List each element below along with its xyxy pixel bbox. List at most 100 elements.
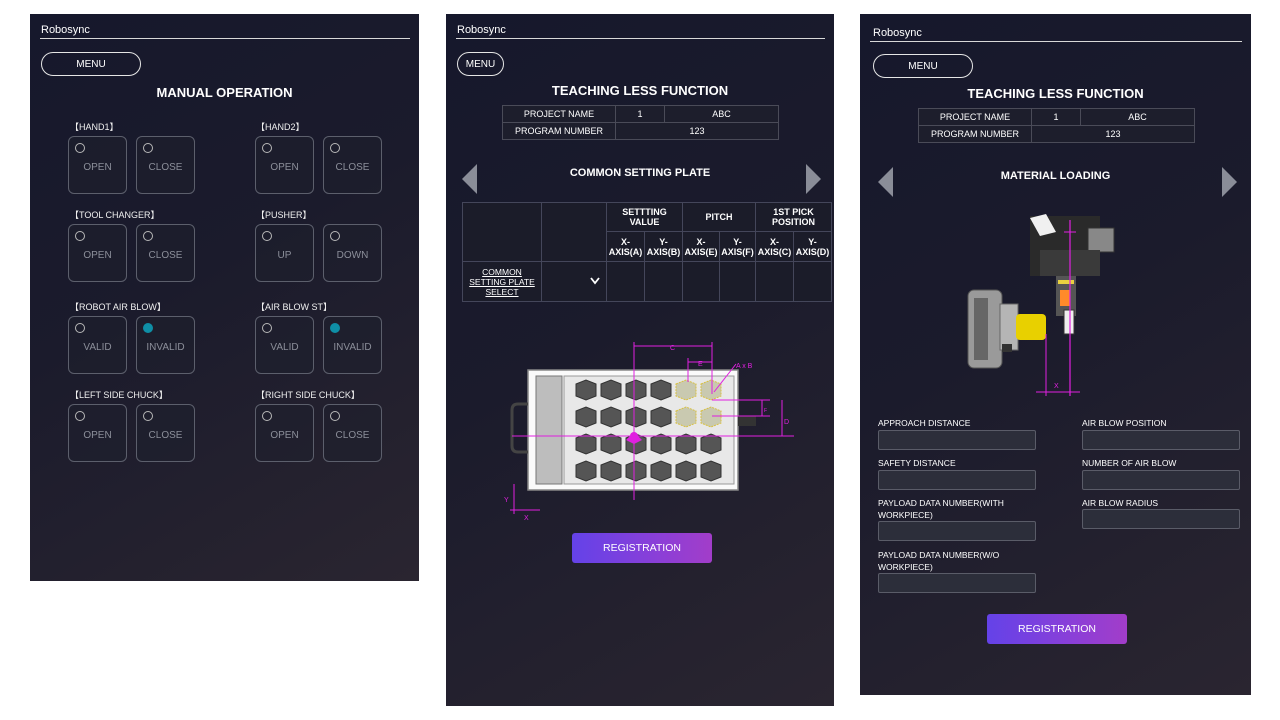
plate-pocket xyxy=(625,460,647,482)
plate-pocket xyxy=(650,406,672,428)
value-cell[interactable] xyxy=(682,261,720,302)
header-pitch: PITCH xyxy=(682,202,756,232)
status-lamp xyxy=(330,143,340,153)
status-lamp xyxy=(75,323,85,333)
button-label: OPEN xyxy=(83,250,112,261)
button-label: CLOSE xyxy=(335,430,370,441)
page-title: TEACHING LESS FUNCTION xyxy=(967,86,1144,101)
status-lamp xyxy=(75,231,85,241)
air-blow-st-valid-button[interactable]: VALID xyxy=(255,316,314,374)
group-label-air-blow-st: 【AIR BLOW ST】 xyxy=(256,302,333,312)
plate-pocket xyxy=(600,379,622,401)
hand1-close-button[interactable]: CLOSE xyxy=(136,136,195,194)
status-lamp xyxy=(262,231,272,241)
right-chuck-open-button[interactable]: OPEN xyxy=(255,404,314,462)
registration-button[interactable]: REGISTRATION xyxy=(987,614,1127,644)
status-lamp xyxy=(143,411,153,421)
robot-air-blow-invalid-button[interactable]: INVALID xyxy=(136,316,195,374)
group-label-hand2: 【HAND2】 xyxy=(256,122,305,132)
safety-distance-input[interactable] xyxy=(878,470,1036,490)
status-lamp xyxy=(262,143,272,153)
menu-button[interactable]: MENU xyxy=(41,52,141,76)
value-cell[interactable] xyxy=(793,261,832,302)
group-label-left-side-chuck: 【LEFT SIDE CHUCK】 xyxy=(70,390,168,400)
value-cell[interactable] xyxy=(644,261,683,302)
project-number-value: 1 xyxy=(615,105,665,123)
plate-pocket xyxy=(650,433,672,455)
plate-pocket xyxy=(625,406,647,428)
header-divider xyxy=(870,41,1242,42)
payload-with-workpiece-input[interactable] xyxy=(878,521,1036,541)
plate-pocket xyxy=(575,433,597,455)
air-blow-radius-label: AIR BLOW RADIUS xyxy=(1082,498,1159,508)
dim-label-e: E xyxy=(698,361,703,368)
subheader-x-axis-c: X-AXIS(C) xyxy=(755,231,794,262)
air-blow-position-input[interactable] xyxy=(1082,430,1240,450)
subheader-x-axis-a: X-AXIS(A) xyxy=(606,231,645,262)
program-number-value: 123 xyxy=(615,122,779,140)
group-label-pusher: 【PUSHER】 xyxy=(256,210,312,220)
hand2-open-button[interactable]: OPEN xyxy=(255,136,314,194)
value-cell[interactable] xyxy=(719,261,756,302)
header-first-pick-position: 1ST PICK POSITION xyxy=(755,202,832,232)
hand1-open-button[interactable]: OPEN xyxy=(68,136,127,194)
plate-pocket xyxy=(600,433,622,455)
status-lamp xyxy=(330,411,340,421)
pusher-up-button[interactable]: UP xyxy=(255,224,314,282)
button-label: CLOSE xyxy=(148,430,183,441)
payload-without-workpiece-input[interactable] xyxy=(878,573,1036,593)
plate-pocket xyxy=(675,406,697,428)
plate-pocket xyxy=(650,379,672,401)
button-label: UP xyxy=(277,250,292,261)
brand-label: Robosync xyxy=(873,27,922,39)
button-label: INVALID xyxy=(333,342,372,353)
approach-distance-label: APPROACH DISTANCE xyxy=(878,418,971,428)
common-setting-plate-select-link[interactable]: COMMON SETTING PLATE SELECT xyxy=(462,261,542,302)
air-blow-radius-input[interactable] xyxy=(1082,509,1240,529)
status-lamp xyxy=(75,143,85,153)
group-label-robot-air-blow: 【ROBOT AIR BLOW】 xyxy=(70,302,166,312)
axis-label-x: X xyxy=(1054,383,1059,390)
plate-pocket xyxy=(675,379,697,401)
manual-operation-panel: Robosync MENU MANUAL OPERATION 【HAND1】 O… xyxy=(30,14,419,581)
status-lamp xyxy=(143,323,153,333)
button-label: CLOSE xyxy=(148,250,183,261)
common-setting-plate-panel: Robosync MENU TEACHING LESS FUNCTION PRO… xyxy=(446,14,834,706)
setting-plate-diagram: C E A x B F D Y X xyxy=(504,342,794,522)
value-cell[interactable] xyxy=(606,261,645,302)
brand-label: Robosync xyxy=(41,24,90,36)
menu-button[interactable]: MENU xyxy=(873,54,973,78)
right-chuck-close-button[interactable]: CLOSE xyxy=(323,404,382,462)
plate-pocket xyxy=(575,460,597,482)
robot-air-blow-valid-button[interactable]: VALID xyxy=(68,316,127,374)
plate-select-dropdown[interactable] xyxy=(541,261,607,302)
air-blow-position-label: AIR BLOW POSITION xyxy=(1082,418,1167,428)
menu-button[interactable]: MENU xyxy=(457,52,504,76)
button-label: INVALID xyxy=(146,342,185,353)
left-chuck-close-button[interactable]: CLOSE xyxy=(136,404,195,462)
section-title: COMMON SETTING PLATE xyxy=(569,167,711,179)
number-of-air-blow-input[interactable] xyxy=(1082,470,1240,490)
air-blow-st-invalid-button[interactable]: INVALID xyxy=(323,316,382,374)
subheader-y-axis-d: Y-AXIS(D) xyxy=(793,231,832,262)
subheader-y-axis-f: Y-AXIS(F) xyxy=(719,231,756,262)
chevron-down-icon xyxy=(590,276,600,284)
payload-with-workpiece-label: PAYLOAD DATA NUMBER(WITH WORKPIECE) xyxy=(878,498,1004,520)
program-number-label: PROGRAM NUMBER xyxy=(502,122,616,140)
button-label: CLOSE xyxy=(148,162,183,173)
left-chuck-open-button[interactable]: OPEN xyxy=(68,404,127,462)
tool-changer-close-button[interactable]: CLOSE xyxy=(136,224,195,282)
hand2-close-button[interactable]: CLOSE xyxy=(323,136,382,194)
plate-pocket xyxy=(675,433,697,455)
tool-changer-open-button[interactable]: OPEN xyxy=(68,224,127,282)
dim-label-y: Y xyxy=(504,497,509,504)
registration-button[interactable]: REGISTRATION xyxy=(572,533,712,563)
value-cell[interactable] xyxy=(755,261,794,302)
approach-distance-input[interactable] xyxy=(878,430,1036,450)
button-label: OPEN xyxy=(83,162,112,173)
dim-label-f: F xyxy=(764,408,767,414)
empty-header-cell xyxy=(462,202,542,262)
group-label-right-side-chuck: 【RIGHT SIDE CHUCK】 xyxy=(256,390,360,400)
pusher-down-button[interactable]: DOWN xyxy=(323,224,382,282)
status-lamp xyxy=(330,231,340,241)
